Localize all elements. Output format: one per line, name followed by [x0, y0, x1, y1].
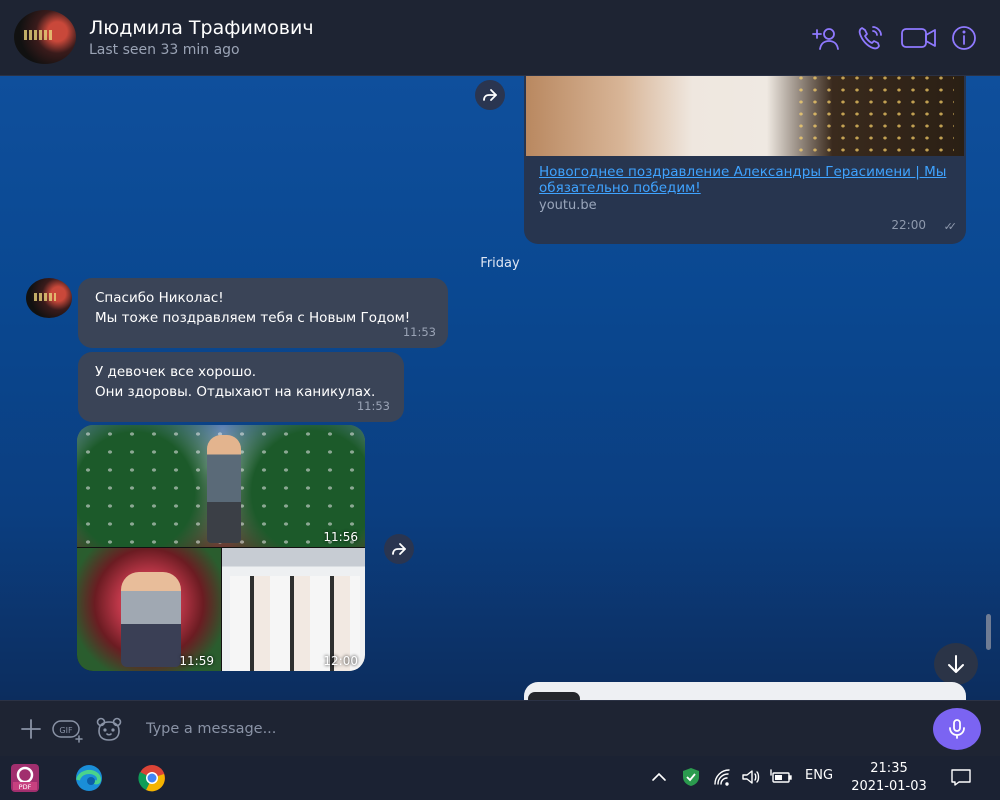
link-domain: youtu.be [539, 198, 597, 213]
last-seen-status: Last seen 33 min ago [89, 42, 240, 58]
sticker-icon[interactable] [95, 715, 123, 743]
clock-date: 2021-01-03 [851, 779, 927, 794]
forward-button[interactable] [384, 534, 414, 564]
scrollbar[interactable] [986, 614, 991, 650]
read-receipt-icon: ✓✓ [943, 220, 958, 233]
clock-time: 21:35 [870, 761, 908, 776]
chevron-up-icon[interactable] [650, 767, 668, 787]
day-separator: Friday [480, 256, 520, 271]
message-bubble[interactable]: Спасибо Николас! Мы тоже поздравляем теб… [78, 278, 448, 348]
voice-message-button[interactable] [933, 708, 981, 750]
link-title[interactable]: Новогоднее поздравление Александры Герас… [539, 164, 954, 196]
photo-time: 12:00 [323, 654, 358, 668]
photo[interactable]: 11:56 [77, 425, 365, 547]
photo[interactable]: 12:00 [222, 548, 365, 671]
message-time: 11:53 [402, 325, 436, 339]
sender-avatar[interactable] [26, 278, 72, 318]
notifications-icon[interactable] [950, 767, 972, 787]
add-contact-icon[interactable] [812, 24, 842, 52]
contact-avatar[interactable] [14, 10, 76, 64]
forward-button[interactable] [475, 80, 505, 110]
message-text: Они здоровы. Отдыхают на каникулах. [95, 384, 376, 400]
photo-album[interactable]: 11:56 11:59 12:00 [77, 425, 365, 671]
svg-text:GIF: GIF [59, 726, 73, 735]
windows-taskbar: PDF ENG 21:35 2021-01-03 [0, 756, 1000, 800]
chrome-browser-icon[interactable] [137, 763, 167, 793]
arrow-down-icon [948, 655, 964, 673]
message-time: 22:00 [891, 218, 926, 232]
chat-header: Людмила Трафимович Last seen 33 min ago [0, 0, 1000, 76]
edge-browser-icon[interactable] [74, 763, 104, 793]
message-input[interactable] [136, 713, 896, 745]
video-thumbnail[interactable] [526, 76, 964, 156]
message-bubble[interactable] [524, 682, 966, 700]
message-text: Спасибо Николас! [95, 290, 224, 306]
message-time: 11:53 [356, 399, 390, 413]
svg-text:PDF: PDF [19, 783, 32, 791]
message-bubble[interactable]: У девочек все хорошо. Они здоровы. Отдых… [78, 352, 404, 422]
security-shield-icon[interactable] [681, 767, 701, 787]
message-text: Мы тоже поздравляем тебя с Новым Годом! [95, 310, 411, 326]
forward-icon [392, 543, 406, 555]
system-clock[interactable]: 21:35 2021-01-03 [846, 760, 932, 796]
plus-icon[interactable] [20, 715, 42, 743]
video-call-icon[interactable] [900, 24, 938, 52]
contact-name[interactable]: Людмила Трафимович [89, 17, 314, 39]
message-text: У девочек все хорошо. [95, 364, 257, 380]
microphone-icon [949, 719, 965, 739]
voice-call-icon[interactable] [856, 24, 886, 52]
wifi-icon[interactable] [712, 767, 732, 787]
info-icon[interactable] [950, 24, 978, 52]
pdf-app-icon[interactable]: PDF [10, 763, 40, 793]
link-preview-card[interactable]: Новогоднее поздравление Александры Герас… [524, 76, 966, 244]
photo-time: 11:59 [179, 654, 214, 668]
chat-area[interactable]: Новогоднее поздравление Александры Герас… [0, 76, 1000, 700]
message-input-bar: GIF [0, 700, 1000, 756]
gif-icon[interactable]: GIF [52, 715, 84, 743]
language-indicator[interactable]: ENG [805, 768, 833, 783]
forward-icon [483, 89, 497, 101]
battery-icon[interactable] [770, 767, 792, 787]
scroll-to-bottom-button[interactable] [934, 643, 978, 685]
volume-icon[interactable] [741, 767, 761, 787]
photo-time: 11:56 [323, 530, 358, 544]
photo[interactable]: 11:59 [77, 548, 221, 671]
